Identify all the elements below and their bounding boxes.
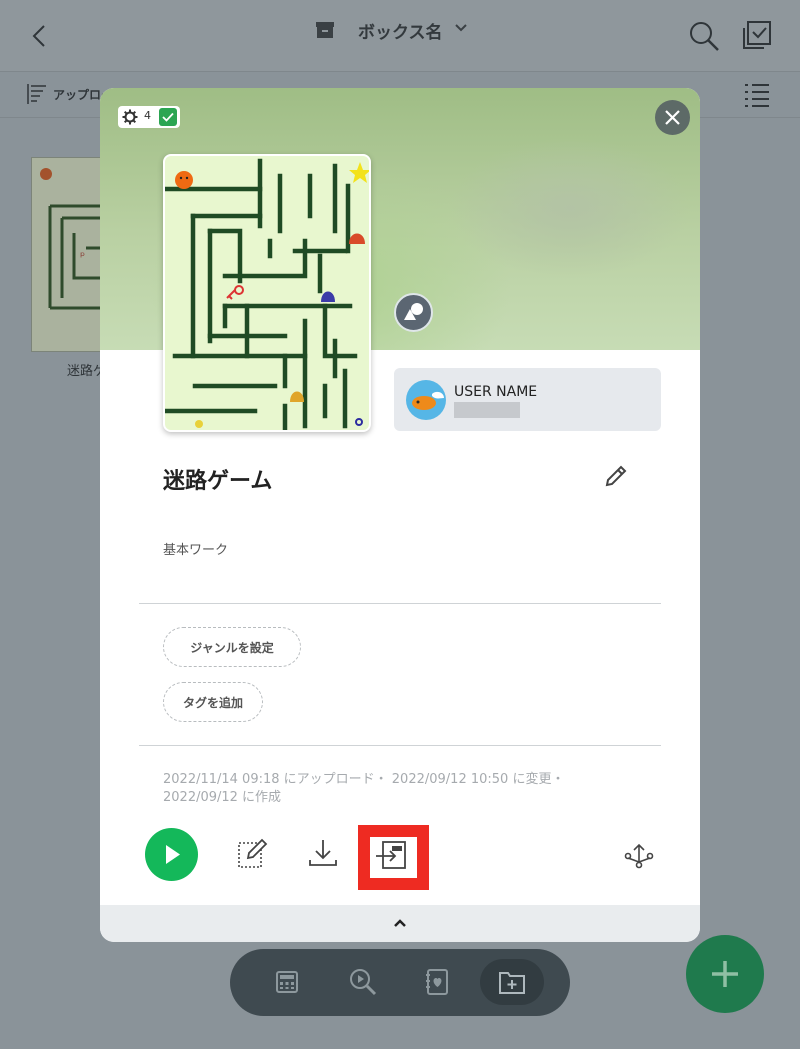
box-title[interactable]: ボックス名: [358, 18, 443, 43]
nav-search[interactable]: [340, 959, 386, 1005]
add-tag-chip[interactable]: タグを追加: [163, 682, 263, 722]
nav-home[interactable]: [264, 959, 310, 1005]
divider: [139, 745, 661, 746]
detail-modal: 4 USER NAME 迷路ゲーム 基本ワーク ジャンルを設定 タグを追加 20…: [100, 88, 700, 942]
collapse-bar[interactable]: [100, 905, 700, 942]
share-icon[interactable]: [622, 836, 656, 870]
search-play-icon: [350, 969, 377, 996]
sort-icon[interactable]: [26, 82, 48, 106]
settings-badge[interactable]: 4: [118, 106, 180, 128]
list-view-icon[interactable]: [744, 82, 770, 108]
search-icon[interactable]: [688, 20, 720, 52]
avatar: [406, 380, 446, 420]
chevron-down-icon[interactable]: [453, 20, 469, 36]
play-icon: [166, 845, 180, 864]
back-icon[interactable]: [26, 22, 54, 50]
pencil-icon[interactable]: [602, 462, 630, 490]
user-card[interactable]: USER NAME: [394, 368, 661, 431]
calculator-icon: [276, 971, 298, 993]
meta-line: 2022/09/12 に作成: [163, 790, 282, 805]
export-icon: [376, 841, 406, 869]
background-item-thumbnail[interactable]: ᵖ: [31, 157, 103, 352]
nav-favorites[interactable]: [414, 959, 460, 1005]
gear-icon: [122, 109, 138, 125]
top-bar: ボックス名: [0, 0, 800, 72]
bottom-navigation: [230, 949, 570, 1016]
project-title: 迷路ゲーム: [163, 469, 273, 494]
project-thumbnail: [163, 154, 371, 432]
shapes-icon: [404, 303, 423, 320]
close-icon: [665, 110, 680, 125]
folder-add-icon: [499, 972, 525, 994]
add-fab-button[interactable]: [686, 935, 764, 1013]
user-name: USER NAME: [454, 384, 538, 400]
user-id-redacted: [454, 402, 520, 418]
box-icon: [316, 22, 334, 38]
project-meta: 2022/11/14 09:18 にアップロード・ 2022/09/12 10:…: [163, 771, 623, 807]
nav-box[interactable]: [480, 959, 544, 1005]
download-icon[interactable]: [306, 836, 340, 870]
set-genre-chip[interactable]: ジャンルを設定: [163, 627, 301, 667]
project-description: 基本ワーク: [163, 543, 229, 558]
divider: [139, 603, 661, 604]
badge-count: 4: [144, 109, 151, 122]
select-checkbox-icon[interactable]: [742, 20, 772, 50]
meta-line: 2022/11/14 09:18 にアップロード・ 2022/09/12 10:…: [163, 772, 565, 787]
edit-icon[interactable]: [236, 836, 270, 870]
close-button[interactable]: [655, 100, 690, 135]
check-icon: [159, 108, 177, 126]
chevron-up-icon: [394, 919, 406, 927]
plus-icon: [712, 961, 738, 987]
heart-book-icon: [426, 969, 448, 995]
export-button-highlight[interactable]: [358, 825, 429, 890]
shapes-button[interactable]: [394, 293, 433, 332]
play-button[interactable]: [145, 828, 198, 881]
svg-text:ᵖ: ᵖ: [80, 249, 85, 263]
